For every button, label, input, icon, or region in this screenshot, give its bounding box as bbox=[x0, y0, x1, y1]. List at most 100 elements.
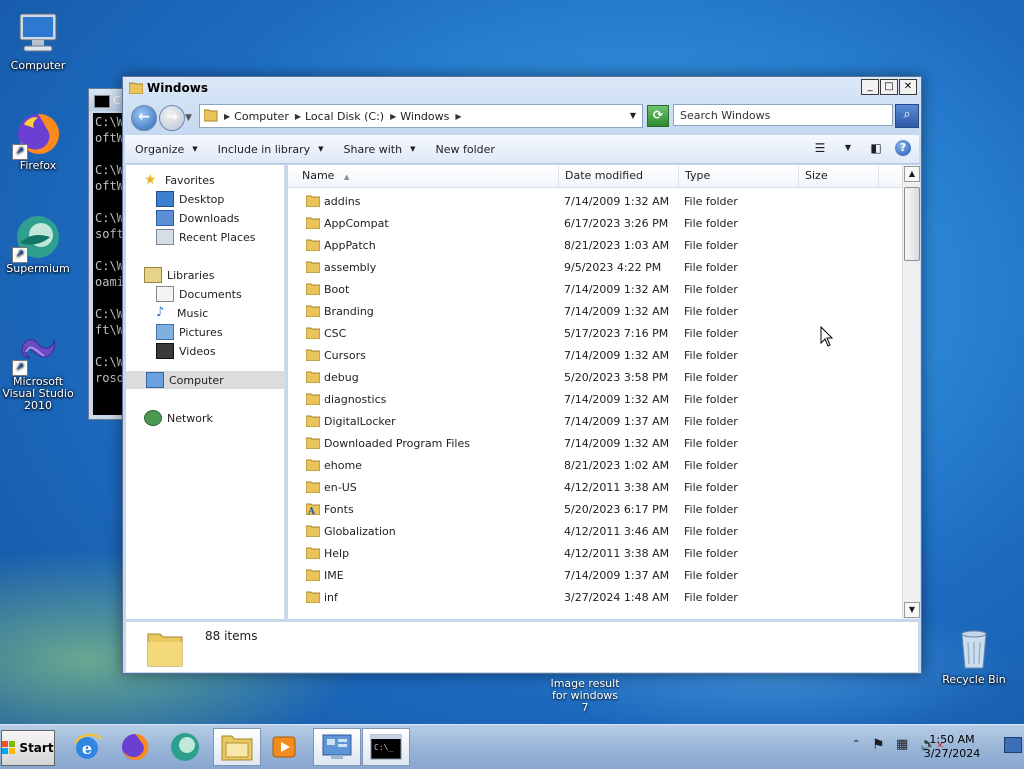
help-icon[interactable]: ? bbox=[895, 140, 911, 156]
system-clock[interactable]: 1:50 AM 3/27/2024 bbox=[914, 733, 990, 761]
file-row[interactable]: Cursors 7/14/2009 1:32 AM File folder bbox=[288, 345, 902, 367]
file-row[interactable]: Help 4/12/2011 3:38 AM File folder bbox=[288, 543, 902, 565]
file-row[interactable]: diagnostics 7/14/2009 1:32 AM File folder bbox=[288, 389, 902, 411]
breadcrumb-local-disk[interactable]: Local Disk (C:) bbox=[305, 110, 384, 123]
file-row[interactable]: AppCompat 6/17/2023 3:26 PM File folder bbox=[288, 213, 902, 235]
folder-icon bbox=[305, 217, 321, 230]
folder-icon bbox=[305, 547, 321, 560]
breadcrumb-separator[interactable]: ▶ bbox=[295, 112, 301, 121]
file-date-modified: 3/27/2024 1:48 AM bbox=[564, 591, 670, 604]
back-button[interactable]: ← bbox=[131, 105, 157, 131]
file-row[interactable]: IME 7/14/2009 1:37 AM File folder bbox=[288, 565, 902, 587]
file-row[interactable]: Globalization 4/12/2011 3:46 AM File folde… bbox=[288, 521, 902, 543]
view-dropdown-icon[interactable]: ▼ bbox=[839, 139, 857, 157]
column-date-modified[interactable]: Date modified bbox=[559, 165, 679, 187]
desktop-icon-firefox[interactable]: ↗ Firefox bbox=[0, 110, 76, 172]
scroll-thumb[interactable] bbox=[904, 187, 920, 261]
explorer-window[interactable]: Windows _ □ ✕ ← → ▼ ▶ Computer ▶ Local D… bbox=[122, 76, 922, 674]
desktop-icon-computer[interactable]: Computer bbox=[0, 10, 76, 72]
start-button[interactable]: Start bbox=[1, 730, 55, 766]
file-date-modified: 5/20/2023 6:17 PM bbox=[564, 503, 669, 516]
file-row[interactable]: Downloaded Program Files 7/14/2009 1:32 A… bbox=[288, 433, 902, 455]
column-name[interactable]: Name ▲ bbox=[288, 165, 559, 187]
include-in-library-button[interactable]: Include in library ▼ bbox=[208, 143, 334, 156]
file-row[interactable]: A Fonts 5/20/2023 6:17 PM File folder bbox=[288, 499, 902, 521]
refresh-button[interactable]: ⟳ bbox=[647, 105, 669, 127]
file-date-modified: 7/14/2009 1:32 AM bbox=[564, 195, 670, 208]
clock-date: 3/27/2024 bbox=[923, 747, 981, 760]
organize-button[interactable]: Organize ▼ bbox=[125, 143, 208, 156]
minimize-button[interactable]: _ bbox=[861, 79, 879, 95]
desktop-icon-supermium[interactable]: ↗ Supermium bbox=[0, 213, 76, 275]
nav-computer[interactable]: Computer bbox=[126, 371, 284, 389]
desktop-icon-label: Computer bbox=[10, 59, 66, 72]
share-with-button[interactable]: Share with ▼ bbox=[334, 143, 426, 156]
search-input[interactable]: Search Windows bbox=[673, 104, 893, 126]
address-bar[interactable]: ▶ Computer ▶ Local Disk (C:) ▶ Windows ▶… bbox=[199, 104, 643, 128]
maximize-button[interactable]: □ bbox=[880, 79, 898, 95]
file-date-modified: 8/21/2023 1:02 AM bbox=[564, 459, 670, 472]
action-center-flag-icon[interactable]: ⚑ bbox=[872, 737, 885, 753]
computer-icon bbox=[146, 372, 164, 388]
desktop-icon-recycle-bin[interactable]: Recycle Bin bbox=[936, 624, 1012, 686]
file-type: File folder bbox=[684, 393, 738, 406]
address-dropdown[interactable]: ▼ bbox=[630, 111, 636, 120]
breadcrumb-computer[interactable]: Computer bbox=[234, 110, 289, 123]
vertical-scrollbar[interactable]: ▲ ▼ bbox=[902, 165, 920, 619]
file-row[interactable]: ehome 8/21/2023 1:02 AM File folder bbox=[288, 455, 902, 477]
file-row[interactable]: assembly 9/5/2023 4:22 PM File folder bbox=[288, 257, 902, 279]
close-button[interactable]: ✕ bbox=[899, 79, 917, 95]
view-options-icon[interactable]: ☰ bbox=[811, 139, 829, 157]
file-row[interactable]: addins 7/14/2009 1:32 AM File folder bbox=[288, 191, 902, 213]
folder-icon bbox=[305, 459, 321, 472]
file-row[interactable]: debug 5/20/2023 3:58 PM File folder bbox=[288, 367, 902, 389]
file-row[interactable]: Boot 7/14/2009 1:32 AM File folder bbox=[288, 279, 902, 301]
firefox-icon: ↗ bbox=[12, 110, 62, 160]
column-size[interactable]: Size bbox=[799, 165, 879, 187]
file-row[interactable]: Branding 7/14/2009 1:32 AM File folder bbox=[288, 301, 902, 323]
taskbar-media-player[interactable] bbox=[264, 728, 306, 766]
file-row[interactable]: en-US 4/12/2011 3:38 AM File folder bbox=[288, 477, 902, 499]
windows-logo-icon bbox=[2, 741, 16, 755]
file-name: Cursors bbox=[324, 349, 366, 362]
network-tray-icon[interactable]: ▦ bbox=[896, 737, 908, 752]
show-desktop-button[interactable] bbox=[1004, 737, 1022, 753]
file-row[interactable]: AppPatch 8/21/2023 1:03 AM File folder bbox=[288, 235, 902, 257]
breadcrumb-separator[interactable]: ▶ bbox=[455, 112, 461, 121]
file-row[interactable]: inf 3/27/2024 1:48 AM File folder bbox=[288, 587, 902, 609]
preview-pane-icon[interactable]: ◧ bbox=[867, 139, 885, 157]
breadcrumb-windows[interactable]: Windows bbox=[400, 110, 449, 123]
nav-network[interactable]: Network bbox=[144, 409, 302, 427]
recent-pages-dropdown[interactable]: ▼ bbox=[185, 113, 192, 123]
file-name: CSC bbox=[324, 327, 347, 340]
libraries-icon bbox=[144, 267, 162, 283]
documents-icon bbox=[156, 286, 174, 302]
column-type[interactable]: Type bbox=[679, 165, 799, 187]
taskbar-firefox[interactable] bbox=[114, 728, 156, 766]
search-button[interactable]: ⌕ bbox=[895, 104, 919, 128]
svg-text:A: A bbox=[307, 507, 316, 515]
forward-button[interactable]: → bbox=[159, 105, 185, 131]
scroll-down-arrow[interactable]: ▼ bbox=[904, 602, 920, 618]
show-hidden-icons-button[interactable]: ⌃ bbox=[852, 739, 860, 750]
nav-favorites[interactable]: ★ Favorites bbox=[144, 171, 302, 189]
breadcrumb-separator[interactable]: ▶ bbox=[224, 112, 230, 121]
taskbar-windows-explorer[interactable] bbox=[213, 728, 261, 766]
recycle-bin-icon bbox=[950, 624, 998, 672]
taskbar-control-panel[interactable] bbox=[313, 728, 361, 766]
taskbar-internet-explorer[interactable]: e bbox=[66, 728, 108, 766]
explorer-titlebar[interactable]: Windows _ □ ✕ bbox=[123, 77, 921, 99]
mouse-cursor-icon bbox=[820, 325, 834, 351]
file-type: File folder bbox=[684, 371, 738, 384]
desktop-file-caption[interactable]: Image result for windows 7 bbox=[550, 678, 620, 714]
file-row[interactable]: CSC 5/17/2023 7:16 PM File folder bbox=[288, 323, 902, 345]
taskbar-command-prompt[interactable]: C:\_ bbox=[362, 728, 410, 766]
new-folder-button[interactable]: New folder bbox=[425, 143, 504, 156]
breadcrumb-separator[interactable]: ▶ bbox=[390, 112, 396, 121]
nav-libraries[interactable]: Libraries bbox=[144, 266, 302, 284]
file-row[interactable]: DigitalLocker 7/14/2009 1:37 AM File folde… bbox=[288, 411, 902, 433]
taskbar-supermium[interactable] bbox=[164, 728, 206, 766]
scroll-up-arrow[interactable]: ▲ bbox=[904, 166, 920, 182]
file-list[interactable]: Name ▲ Date modified Type Size addins 7/1… bbox=[288, 165, 902, 619]
desktop-icon-visual-studio[interactable]: ↗ Microsoft Visual Studio 2010 bbox=[0, 326, 76, 412]
